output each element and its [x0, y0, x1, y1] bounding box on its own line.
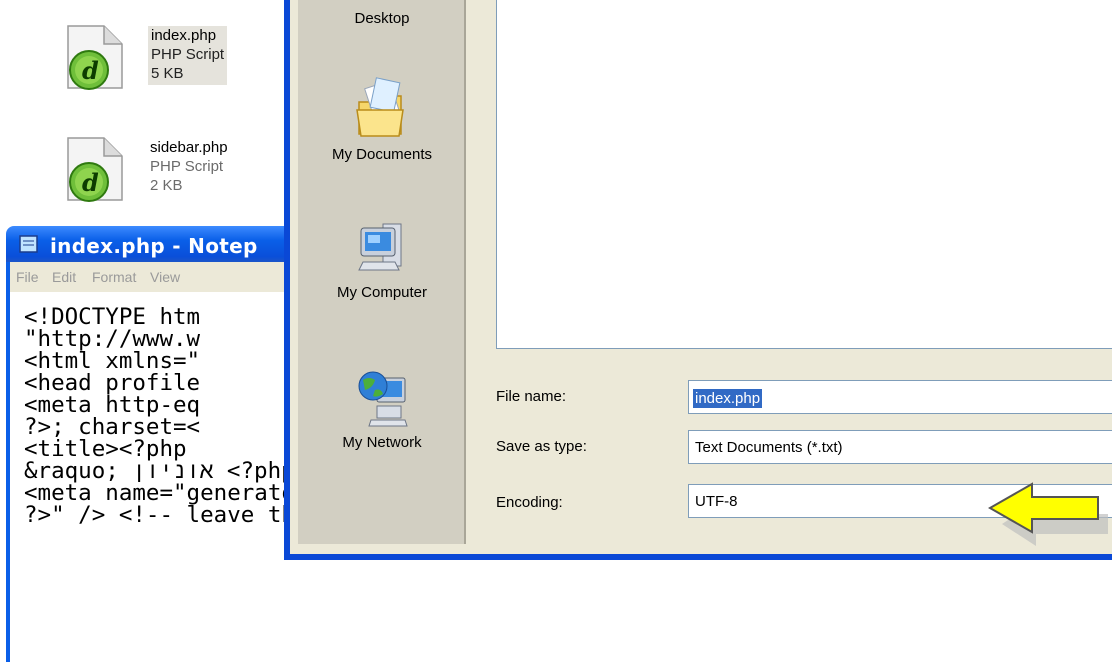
code-line: ?>; charset=<: [24, 414, 201, 440]
code-line: <head profile: [24, 370, 201, 396]
file-size: 5 KB: [151, 65, 184, 82]
menu-format[interactable]: Format: [92, 269, 136, 285]
file-label: index.php PHP Script 5 KB: [148, 26, 228, 85]
place-my-documents[interactable]: My Documents: [298, 76, 466, 163]
encoding-label: Encoding:: [496, 494, 563, 511]
svg-text:d: d: [82, 56, 99, 85]
desktop-file-index-php[interactable]: d index.php PHP Script 5 KB: [60, 22, 260, 92]
my-network-icon: [358, 371, 408, 427]
save-as-type-label: Save as type:: [496, 438, 587, 455]
code-line: <!DOCTYPE htm: [24, 304, 201, 330]
menu-view[interactable]: View: [150, 269, 180, 285]
place-my-computer[interactable]: My Computer: [298, 218, 466, 301]
code-line: "http://www.w: [24, 326, 201, 352]
save-as-type-select[interactable]: Text Documents (*.txt): [688, 430, 1112, 464]
place-label: My Documents: [331, 146, 433, 163]
dreamweaver-php-file-icon: d: [67, 25, 123, 90]
notepad-icon: [19, 235, 38, 253]
menu-edit[interactable]: Edit: [52, 269, 76, 285]
save-as-type-value: Text Documents (*.txt): [695, 439, 843, 456]
svg-text:d: d: [82, 168, 99, 197]
notepad-title: index.php - Notep: [50, 234, 258, 258]
menu-file[interactable]: File: [16, 269, 39, 285]
file-name: index.php: [151, 27, 217, 44]
place-my-network[interactable]: My Network: [298, 366, 466, 451]
file-label: sidebar.php PHP Script 2 KB: [150, 138, 228, 195]
file-name-label: File name:: [496, 388, 567, 405]
encoding-value: UTF-8: [695, 493, 738, 510]
yellow-arrow-icon: [987, 482, 1108, 546]
file-name-input[interactable]: index.php: [688, 380, 1112, 414]
place-label: My Computer: [336, 284, 428, 301]
place-label: Desktop: [354, 10, 410, 27]
desktop-file-sidebar-php[interactable]: d sidebar.php PHP Script 2 KB: [60, 134, 260, 204]
code-line: <meta http-eq: [24, 392, 201, 418]
place-desktop[interactable]: Desktop: [298, 10, 466, 27]
file-type: PHP Script: [150, 158, 224, 175]
place-label: My Network: [342, 434, 422, 451]
file-name: sidebar.php: [150, 139, 228, 156]
my-computer-icon: [358, 223, 402, 271]
my-documents-folder-icon: [356, 77, 404, 137]
file-size: 2 KB: [150, 177, 183, 194]
code-line: <html xmlns=": [24, 348, 201, 374]
places-bar: Desktop My Documents My Computer My Netw…: [298, 0, 466, 544]
code-line: <title><?php: [24, 436, 187, 462]
dreamweaver-php-file-icon: d: [67, 137, 123, 202]
dialog-body: Desktop My Documents My Computer My Netw…: [290, 0, 1112, 554]
file-list-view[interactable]: [496, 0, 1112, 349]
file-name-value: index.php: [693, 389, 763, 408]
file-type: PHP Script: [151, 46, 225, 63]
